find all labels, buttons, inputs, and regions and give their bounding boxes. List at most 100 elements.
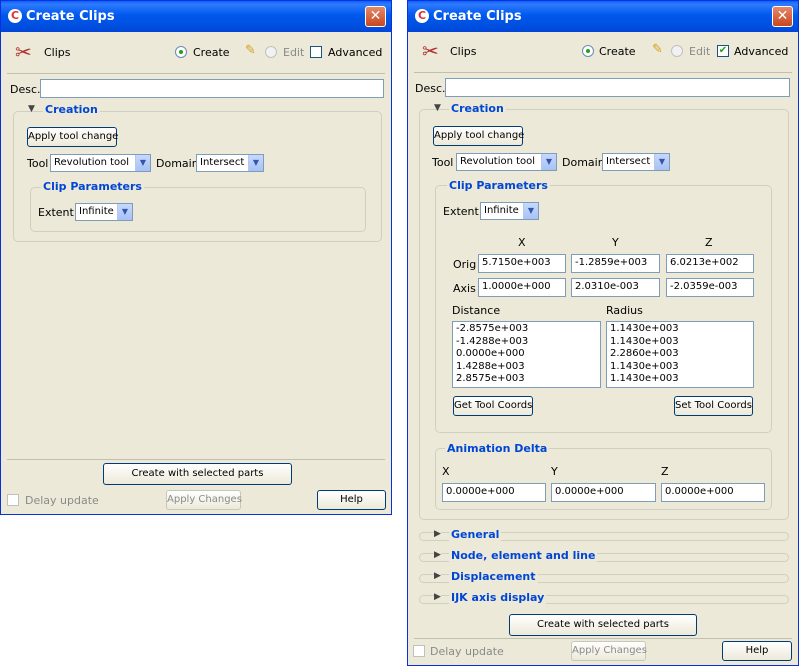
orig-x-input[interactable]: 5.7150e+003: [478, 254, 566, 273]
close-button[interactable]: ✕: [772, 6, 793, 27]
domain-select[interactable]: Intersect ▼: [196, 154, 264, 172]
extent-label: Extent: [443, 205, 479, 218]
expand-triangle-icon[interactable]: ▶: [434, 571, 441, 581]
creation-title: Creation: [43, 103, 100, 116]
domain-label: Domain: [156, 157, 199, 170]
advanced-checkbox-label: Advanced: [734, 45, 789, 58]
edit-radio[interactable]: [265, 45, 277, 58]
axis-label: Axis: [453, 282, 476, 295]
radius-list[interactable]: 1.1430e+003 1.1430e+003 2.2860e+003 1.14…: [606, 321, 754, 388]
list-item[interactable]: 1.1430e+003: [610, 373, 750, 386]
chevron-down-icon: ▼: [135, 155, 150, 171]
section-ijk-axis-display[interactable]: IJK axis display: [449, 591, 547, 604]
create-radio[interactable]: [175, 45, 187, 58]
advanced-checkbox[interactable]: ✔: [717, 44, 729, 57]
list-item[interactable]: 1.1430e+003: [610, 323, 750, 336]
orig-y-input[interactable]: -1.2859e+003: [571, 254, 660, 273]
clip-parameters-title: Clip Parameters: [41, 180, 144, 193]
clip-parameters-title: Clip Parameters: [447, 179, 550, 192]
delay-update-checkbox[interactable]: [7, 493, 19, 506]
create-with-selected-parts-button[interactable]: Create with selected parts: [103, 463, 292, 485]
y-column-header: Y: [612, 236, 619, 249]
create-radio[interactable]: [582, 44, 594, 57]
list-item[interactable]: 2.2860e+003: [610, 348, 750, 361]
close-button[interactable]: ✕: [365, 6, 386, 27]
collapse-triangle-icon[interactable]: ▼: [434, 103, 441, 113]
expand-triangle-icon[interactable]: ▶: [434, 550, 441, 560]
list-item[interactable]: 1.1430e+003: [610, 361, 750, 374]
axis-y-input[interactable]: 2.0310e-003: [571, 278, 660, 297]
tool-select-value: Revolution tool: [460, 156, 536, 167]
apply-tool-change-button[interactable]: Apply tool change: [433, 126, 524, 146]
x-column-header: X: [518, 236, 526, 249]
desc-input[interactable]: [445, 78, 790, 97]
chevron-down-icon: ▼: [541, 154, 556, 170]
desc-label: Desc.: [415, 82, 446, 95]
get-tool-coords-button[interactable]: Get Tool Coords: [453, 396, 533, 416]
create-radio-label: Create: [193, 46, 230, 59]
list-item[interactable]: 1.4288e+003: [456, 361, 597, 374]
expand-triangle-icon[interactable]: ▶: [434, 529, 441, 539]
tool-select[interactable]: Revolution tool ▼: [50, 154, 151, 172]
help-button[interactable]: Help: [722, 641, 792, 661]
divider: [7, 73, 385, 74]
tool-select-value: Revolution tool: [54, 157, 130, 168]
extent-select-value: Infinite: [484, 205, 519, 216]
section-node-element-line[interactable]: Node, element and line: [449, 549, 598, 562]
expand-triangle-icon[interactable]: ▶: [434, 592, 441, 602]
advanced-checkbox[interactable]: [310, 45, 322, 58]
list-item[interactable]: 2.8575e+003: [456, 373, 597, 386]
tool-label: Tool: [432, 156, 454, 169]
delta-x-input[interactable]: 0.0000e+000: [442, 483, 546, 502]
distance-list[interactable]: -2.8575e+003 -1.4288e+003 0.0000e+000 1.…: [452, 321, 601, 388]
domain-select[interactable]: Intersect ▼: [602, 153, 670, 171]
extent-select[interactable]: Infinite ▼: [75, 203, 133, 221]
help-button[interactable]: Help: [317, 490, 386, 510]
distance-label: Distance: [452, 304, 501, 317]
section-label: Clips: [450, 45, 477, 58]
desc-input[interactable]: [40, 79, 384, 98]
delta-y-label: Y: [551, 465, 558, 478]
axis-x-input[interactable]: 1.0000e+000: [478, 278, 566, 297]
apply-tool-change-button[interactable]: Apply tool change: [27, 127, 118, 147]
desc-label: Desc.: [10, 83, 41, 96]
domain-select-value: Intersect: [606, 156, 651, 167]
creation-title: Creation: [449, 102, 506, 115]
extent-select[interactable]: Infinite ▼: [480, 202, 539, 220]
list-item[interactable]: 0.0000e+000: [456, 348, 597, 361]
domain-select-value: Intersect: [200, 157, 245, 168]
apply-changes-button[interactable]: Apply Changes: [166, 490, 242, 510]
chevron-down-icon: ▼: [248, 155, 263, 171]
divider: [414, 638, 792, 639]
tool-label: Tool: [27, 157, 49, 170]
chevron-down-icon: ▼: [117, 204, 132, 220]
list-item[interactable]: -1.4288e+003: [456, 336, 597, 349]
section-label: Clips: [44, 46, 71, 59]
edit-radio[interactable]: [671, 44, 683, 57]
set-tool-coords-button[interactable]: Set Tool Coords: [674, 396, 753, 416]
domain-label: Domain: [562, 156, 605, 169]
collapse-triangle-icon[interactable]: ▼: [28, 104, 35, 114]
scissors-icon: ✂: [15, 40, 32, 64]
title-bar[interactable]: C Create Clips ✕: [408, 1, 798, 32]
list-item[interactable]: 1.1430e+003: [610, 336, 750, 349]
delay-update-label: Delay update: [25, 494, 99, 507]
create-with-selected-parts-button[interactable]: Create with selected parts: [509, 614, 697, 636]
delay-update-checkbox[interactable]: [413, 644, 425, 657]
axis-z-input[interactable]: -2.0359e-003: [666, 278, 754, 297]
orig-z-input[interactable]: 6.0213e+002: [666, 254, 754, 273]
animation-delta-title: Animation Delta: [445, 442, 550, 455]
edit-radio-label: Edit: [689, 45, 711, 58]
list-item[interactable]: -2.8575e+003: [456, 323, 597, 336]
apply-changes-button[interactable]: Apply Changes: [571, 641, 647, 661]
delta-z-label: Z: [661, 465, 669, 478]
title-bar[interactable]: C Create Clips ✕: [1, 1, 391, 32]
tool-select[interactable]: Revolution tool ▼: [456, 153, 557, 171]
create-clips-window-basic: C Create Clips ✕ ✂ Clips Create ✎ Edit A…: [0, 0, 392, 515]
section-displacement[interactable]: Displacement: [449, 570, 538, 583]
delta-x-label: X: [442, 465, 450, 478]
section-general[interactable]: General: [449, 528, 502, 541]
delta-z-input[interactable]: 0.0000e+000: [661, 483, 765, 502]
delta-y-input[interactable]: 0.0000e+000: [551, 483, 656, 502]
create-clips-window-advanced: C Create Clips ✕ ✂ Clips Create ✎ Edit ✔…: [407, 0, 799, 666]
